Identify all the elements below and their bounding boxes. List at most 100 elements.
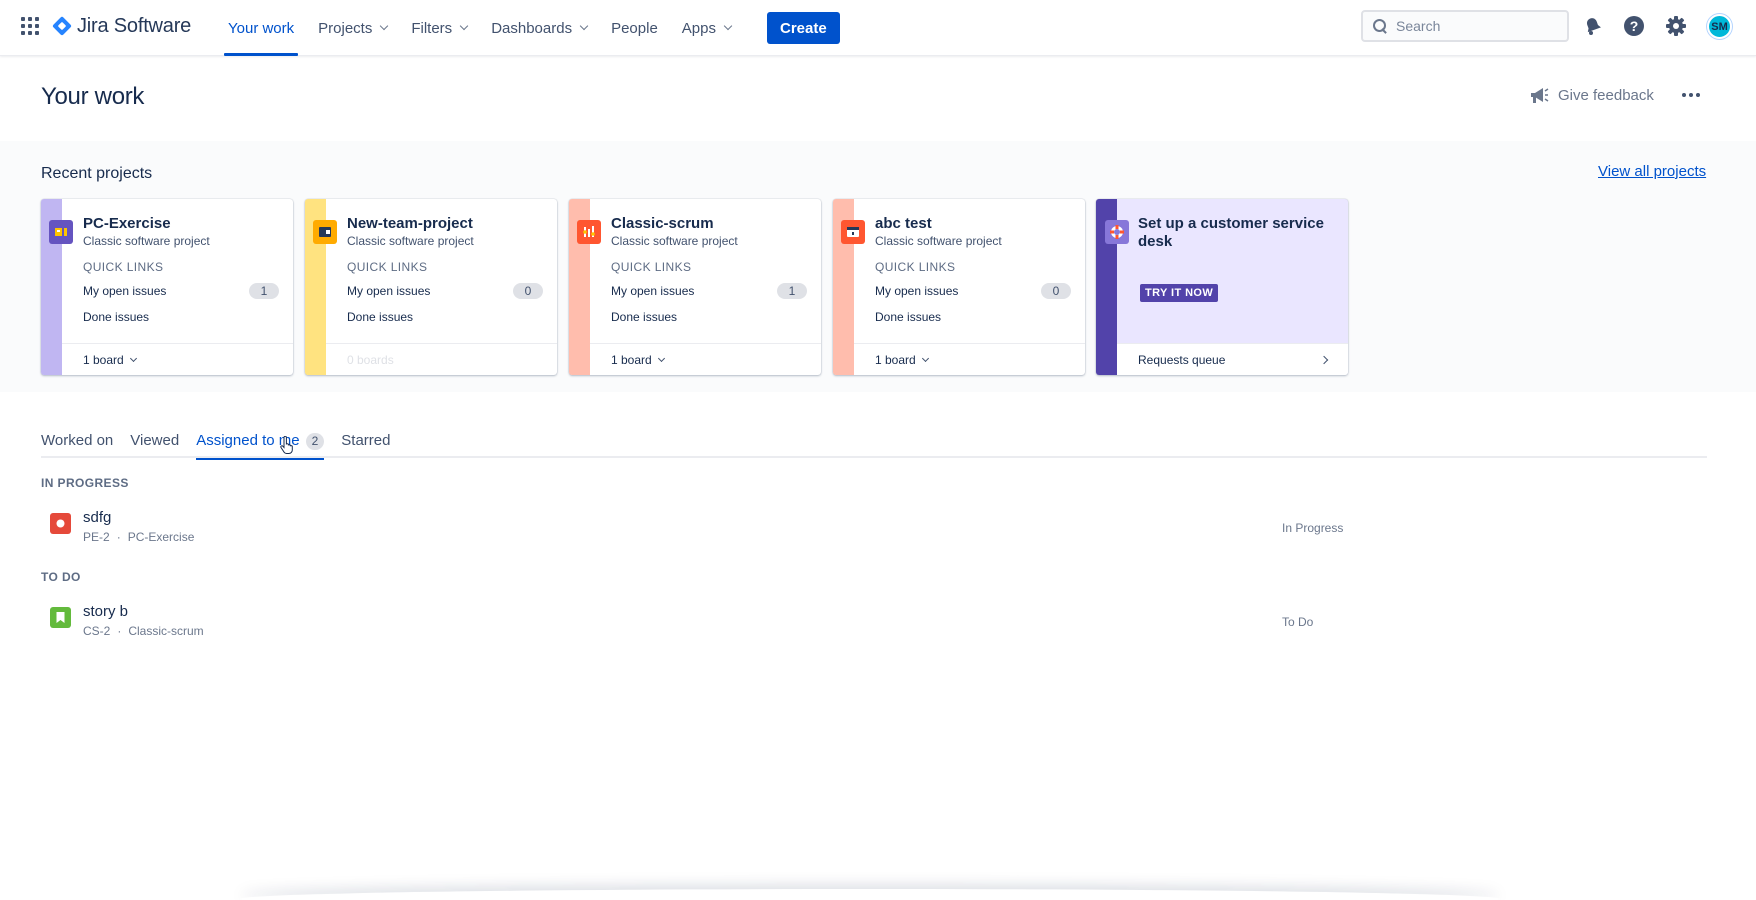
my-open-issues-link[interactable]: My open issues 1 xyxy=(83,283,279,299)
project-name[interactable]: PC-Exercise xyxy=(83,215,171,232)
project-card-pc-exercise[interactable]: PC-Exercise Classic software project QUI… xyxy=(41,199,293,375)
project-name[interactable]: Classic-scrum xyxy=(611,215,714,232)
boards-label: 0 boards xyxy=(326,343,557,375)
megaphone-icon xyxy=(1531,88,1549,103)
bug-icon xyxy=(50,513,71,534)
done-issues-link[interactable]: Done issues xyxy=(875,310,1071,324)
create-button[interactable]: Create xyxy=(767,12,840,44)
tab-count-badge: 2 xyxy=(305,433,325,450)
bottom-shadow xyxy=(240,889,1500,900)
project-avatar-icon xyxy=(841,220,865,244)
project-avatar-icon xyxy=(577,220,601,244)
meta-separator: · xyxy=(117,624,122,638)
requests-queue-label: Requests queue xyxy=(1138,352,1226,367)
issue-meta: PE-2 · PC-Exercise xyxy=(83,530,194,544)
nav-filters[interactable]: Filters xyxy=(405,0,473,56)
my-open-issues-link[interactable]: My open issues 0 xyxy=(875,283,1071,299)
view-all-projects-link[interactable]: View all projects xyxy=(1598,163,1706,180)
requests-queue-link[interactable]: Requests queue xyxy=(1117,343,1348,375)
boards-label: 1 board xyxy=(611,352,652,367)
boards-label: 1 board xyxy=(83,352,124,367)
more-actions-icon[interactable] xyxy=(1678,89,1704,101)
top-navigation: Jira Software Your work Projects Filters… xyxy=(0,0,1756,56)
project-type: Classic software project xyxy=(611,234,738,248)
chevron-down-icon xyxy=(129,354,137,362)
nav-people[interactable]: People xyxy=(605,0,664,56)
open-issues-count: 1 xyxy=(777,283,807,299)
link-label: My open issues xyxy=(83,284,167,298)
open-issues-count: 0 xyxy=(1041,283,1071,299)
project-type: Classic software project xyxy=(83,234,210,248)
tab-label: Worked on xyxy=(41,432,114,449)
try-it-now-button[interactable]: TRY IT NOW xyxy=(1140,284,1219,302)
jira-logo[interactable]: Jira Software xyxy=(52,14,191,38)
meta-separator: · xyxy=(116,530,121,544)
done-issues-link[interactable]: Done issues xyxy=(83,310,279,324)
project-type: Classic software project xyxy=(875,234,1002,248)
notifications-icon[interactable] xyxy=(1581,14,1605,38)
tab-worked-on[interactable]: Worked on xyxy=(41,428,113,458)
story-icon xyxy=(50,607,71,628)
boards-dropdown[interactable]: 1 board xyxy=(62,343,293,375)
issue-summary: sdfg xyxy=(83,509,112,526)
issue-row[interactable]: story b CS-2 · Classic-scrum To Do xyxy=(41,599,1351,643)
chevron-down-icon xyxy=(723,21,733,31)
nav-dashboards[interactable]: Dashboards xyxy=(485,0,593,56)
done-issues-link[interactable]: Done issues xyxy=(611,310,807,324)
product-name: Jira Software xyxy=(77,14,192,37)
help-icon[interactable]: ? xyxy=(1622,14,1646,38)
chevron-down-icon xyxy=(459,21,469,31)
quick-links-label: QUICK LINKS xyxy=(83,260,164,274)
link-label: Done issues xyxy=(875,310,942,324)
search-input[interactable] xyxy=(1396,18,1556,34)
project-name[interactable]: abc test xyxy=(875,215,932,232)
svg-text:?: ? xyxy=(1630,18,1639,34)
chevron-down-icon xyxy=(657,354,665,362)
issue-project: PC-Exercise xyxy=(127,530,195,544)
chevron-down-icon xyxy=(921,354,929,362)
my-open-issues-link[interactable]: My open issues 1 xyxy=(611,283,807,299)
boards-dropdown[interactable]: 1 board xyxy=(854,343,1085,375)
project-card-new-team-project[interactable]: New-team-project Classic software projec… xyxy=(305,199,557,375)
issue-key: CS-2 xyxy=(83,624,111,638)
link-label: My open issues xyxy=(347,284,431,298)
issue-row[interactable]: sdfg PE-2 · PC-Exercise In Progress xyxy=(41,505,1351,549)
promo-title: Set up a customer service desk xyxy=(1138,215,1324,250)
open-issues-count: 0 xyxy=(513,283,543,299)
user-avatar[interactable]: SM xyxy=(1707,14,1732,39)
tab-label: Starred xyxy=(341,432,391,449)
nav-label: Apps xyxy=(681,19,716,37)
chevron-down-icon xyxy=(380,21,389,31)
issue-key: PE-2 xyxy=(83,530,110,544)
done-issues-link[interactable]: Done issues xyxy=(347,310,543,324)
project-name[interactable]: New-team-project xyxy=(347,215,473,232)
nav-apps[interactable]: Apps xyxy=(676,0,737,56)
settings-gear-icon[interactable] xyxy=(1664,14,1688,38)
quick-links-label: QUICK LINKS xyxy=(611,260,692,274)
tab-starred[interactable]: Starred xyxy=(341,428,390,458)
nav-your-work[interactable]: Your work xyxy=(222,0,300,56)
nav-projects[interactable]: Projects xyxy=(312,0,393,56)
chevron-right-icon xyxy=(1319,355,1329,364)
tab-viewed[interactable]: Viewed xyxy=(130,428,179,458)
nav-label: Projects xyxy=(318,19,373,37)
give-feedback-button[interactable]: Give feedback xyxy=(1529,86,1654,104)
boards-label: 1 board xyxy=(875,352,916,367)
issue-status: In Progress xyxy=(1282,521,1344,535)
nav-label: Your work xyxy=(228,19,295,37)
project-type: Classic software project xyxy=(347,234,474,248)
project-card-classic-scrum[interactable]: Classic-scrum Classic software project Q… xyxy=(569,199,821,375)
project-card-abc-test[interactable]: abc test Classic software project QUICK … xyxy=(833,199,1085,375)
boards-dropdown[interactable]: 1 board xyxy=(590,343,821,375)
section-heading-to-do: TO DO xyxy=(41,570,81,584)
section-heading-in-progress: IN PROGRESS xyxy=(41,476,129,490)
link-label: My open issues xyxy=(611,284,695,298)
project-avatar-icon xyxy=(49,220,73,244)
issue-status: To Do xyxy=(1282,615,1314,629)
app-switcher-icon[interactable] xyxy=(21,17,39,35)
tab-assigned-to-me[interactable]: Assigned to me 2 xyxy=(196,428,325,460)
my-open-issues-link[interactable]: My open issues 0 xyxy=(347,283,543,299)
search-box[interactable] xyxy=(1361,10,1569,42)
recent-projects-title: Recent projects xyxy=(41,165,153,182)
nav-label: People xyxy=(611,19,658,37)
